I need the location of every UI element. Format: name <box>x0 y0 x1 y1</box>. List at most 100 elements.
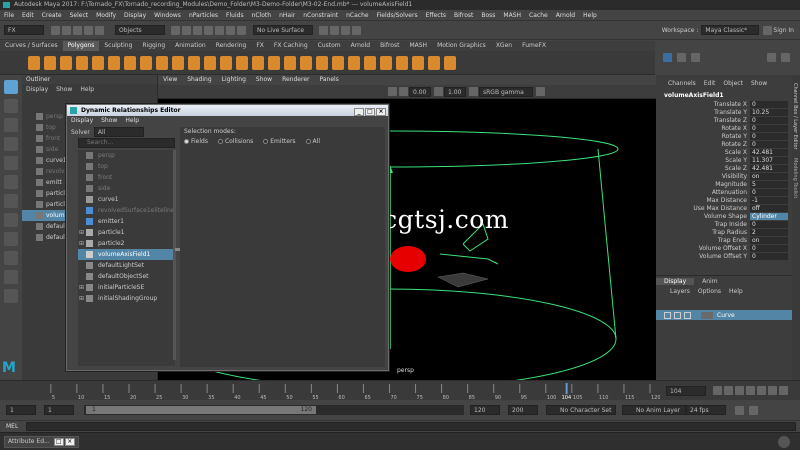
dre-list-item[interactable]: ⊞ initialParticleSE <box>78 282 175 293</box>
channel-row[interactable]: Magnitude 5 <box>656 181 792 189</box>
poly-torus-icon[interactable] <box>92 55 104 70</box>
layer-color-swatch[interactable] <box>701 311 713 319</box>
step-forward-frame-icon[interactable] <box>768 386 777 395</box>
last-tool-icon[interactable] <box>4 194 18 208</box>
menu-nconstraint[interactable]: nConstraint <box>299 10 342 21</box>
shelf-tab-xgen[interactable]: XGen <box>491 41 517 51</box>
time-slider[interactable]: 5 10 15 20 25 30 35 40 45 50 55 60 65 70 75 80 85 90 95 100… <box>0 380 800 401</box>
channel-row[interactable]: Volume Offset Y0 <box>656 253 792 261</box>
dre-list-item[interactable]: ⊞ particle2 <box>78 238 175 249</box>
fill-hole-icon[interactable] <box>332 55 344 70</box>
menu-windows[interactable]: Windows <box>150 10 185 21</box>
channel-row[interactable]: Rotate Z0 <box>656 141 792 149</box>
uv-editor-icon[interactable] <box>412 55 424 70</box>
layer-menu-layers[interactable]: Layers <box>666 288 694 295</box>
extrude-icon[interactable] <box>284 55 296 70</box>
mirror-icon[interactable] <box>268 55 280 70</box>
select-tool-icon[interactable] <box>4 80 18 94</box>
menuset-dropdown[interactable]: FX <box>4 25 44 35</box>
snap-curve-icon[interactable] <box>215 25 224 35</box>
dre-list-item[interactable]: defaultObjectSet <box>78 271 175 282</box>
shelf-tab-fxcaching[interactable]: FX Caching <box>269 41 313 51</box>
dre-list-item[interactable]: side <box>78 183 175 194</box>
hypershade-icon[interactable] <box>352 25 361 35</box>
play-backwards-icon[interactable] <box>746 386 755 395</box>
color-space-dropdown[interactable]: sRGB gamma <box>479 86 533 97</box>
mode-radio-collisions[interactable]: Collisions <box>217 138 253 145</box>
select-hierarchy-icon[interactable] <box>171 25 180 35</box>
mode-radio-all[interactable]: All <box>305 138 320 145</box>
channel-row[interactable]: Trap Ends on <box>656 237 792 245</box>
expand-plus-icon[interactable]: ⊞ <box>79 238 84 249</box>
current-frame-field[interactable]: 104 <box>666 386 706 396</box>
channel-row[interactable]: Rotate Y0 <box>656 133 792 141</box>
channel-value[interactable]: 0 <box>750 141 788 149</box>
viewport-menu-lighting[interactable]: Lighting <box>217 75 251 85</box>
gamma-field[interactable]: 1.00 <box>444 86 466 97</box>
command-language-label[interactable]: MEL <box>6 423 18 430</box>
poly-cone-icon[interactable] <box>76 55 88 70</box>
dre-list-item[interactable]: curve1 <box>78 194 175 205</box>
shelf-tab-arnold[interactable]: Arnold <box>346 41 375 51</box>
dre-list-item[interactable]: revolvedSurface1eliteline5ur <box>78 205 175 216</box>
maximize-icon[interactable]: □ <box>365 108 375 116</box>
exposure-field[interactable]: 0.00 <box>409 86 431 97</box>
layer-playback-toggle[interactable] <box>674 311 681 319</box>
select-component-icon[interactable] <box>193 25 202 35</box>
poly-cube-icon[interactable] <box>44 55 56 70</box>
outliner-menu-help[interactable]: Help <box>76 86 98 93</box>
channel-row[interactable]: Volume Shape Cylinder <box>656 213 792 221</box>
poly-plane-icon[interactable] <box>108 55 120 70</box>
shelf-tab-mash[interactable]: MASH <box>404 41 432 51</box>
channel-value[interactable]: 42.481 <box>750 165 788 173</box>
channel-value[interactable]: 0 <box>750 189 788 197</box>
menu-mash[interactable]: MASH <box>499 10 525 21</box>
shelf-tab-animation[interactable]: Animation <box>170 41 211 51</box>
expand-plus-icon[interactable]: ⊞ <box>79 293 84 304</box>
list-scrollbar[interactable] <box>173 150 176 360</box>
dre-list-item[interactable]: ⊞ initialShadingGroup <box>78 293 175 304</box>
channel-row[interactable]: Translate Y 10.25 <box>656 109 792 117</box>
solver-dropdown[interactable]: All <box>93 127 144 137</box>
platonic-icon[interactable] <box>140 55 152 70</box>
channel-value[interactable]: 0 <box>750 221 788 229</box>
layout-single-icon[interactable] <box>663 53 672 62</box>
menu-fieldssolvers[interactable]: Fields/Solvers <box>373 10 422 21</box>
lasso-tool-icon[interactable] <box>4 99 18 113</box>
outliner-menu-show[interactable]: Show <box>52 86 76 93</box>
new-scene-icon[interactable] <box>51 25 60 35</box>
animation-start-field[interactable]: 1 <box>6 405 36 415</box>
pane-splitter[interactable] <box>175 248 180 251</box>
ipr-render-icon[interactable] <box>330 25 339 35</box>
channel-value[interactable]: 0 <box>750 133 788 141</box>
channel-value[interactable]: 10.25 <box>750 109 788 117</box>
current-time-marker[interactable] <box>565 383 568 394</box>
character-set-dropdown[interactable]: No Character Set <box>546 405 616 415</box>
channel-row[interactable]: Scale X 42.481 <box>656 149 792 157</box>
menu-help[interactable]: Help <box>579 10 601 21</box>
layer-menu-options[interactable]: Options <box>694 288 725 295</box>
restore-icon[interactable]: □ <box>53 437 64 446</box>
channel-value[interactable]: 2 <box>750 229 788 237</box>
step-back-key-icon[interactable] <box>724 386 733 395</box>
expand-plus-icon[interactable]: ⊞ <box>79 227 84 238</box>
super-shape-icon[interactable] <box>156 55 168 70</box>
channel-value[interactable]: on <box>750 237 788 245</box>
open-scene-icon[interactable] <box>62 25 71 35</box>
separate-icon[interactable] <box>220 55 232 70</box>
shelf-tab-rendering[interactable]: Rendering <box>211 41 252 51</box>
isolate-select-icon[interactable] <box>536 87 545 96</box>
menu-effects[interactable]: Effects <box>422 10 450 21</box>
selection-mode-dropdown[interactable]: Objects <box>115 25 165 35</box>
channel-row[interactable]: Visibility on <box>656 173 792 181</box>
dre-list-item[interactable]: volumeAxisField1 <box>78 249 175 260</box>
attribute-editor-minimized[interactable]: Attribute Ed... □ × <box>4 435 79 448</box>
shelf-tab-polygons[interactable]: Polygons <box>62 41 100 51</box>
render-settings-icon[interactable] <box>341 25 350 35</box>
channel-box-menu-show[interactable]: Show <box>747 80 771 87</box>
poly-text-icon[interactable] <box>172 55 184 70</box>
color-management-icon[interactable] <box>469 87 478 96</box>
shelf-tab-custom[interactable]: Custom <box>313 41 346 51</box>
menu-file[interactable]: File <box>0 10 18 21</box>
menu-ncache[interactable]: nCache <box>342 10 372 21</box>
